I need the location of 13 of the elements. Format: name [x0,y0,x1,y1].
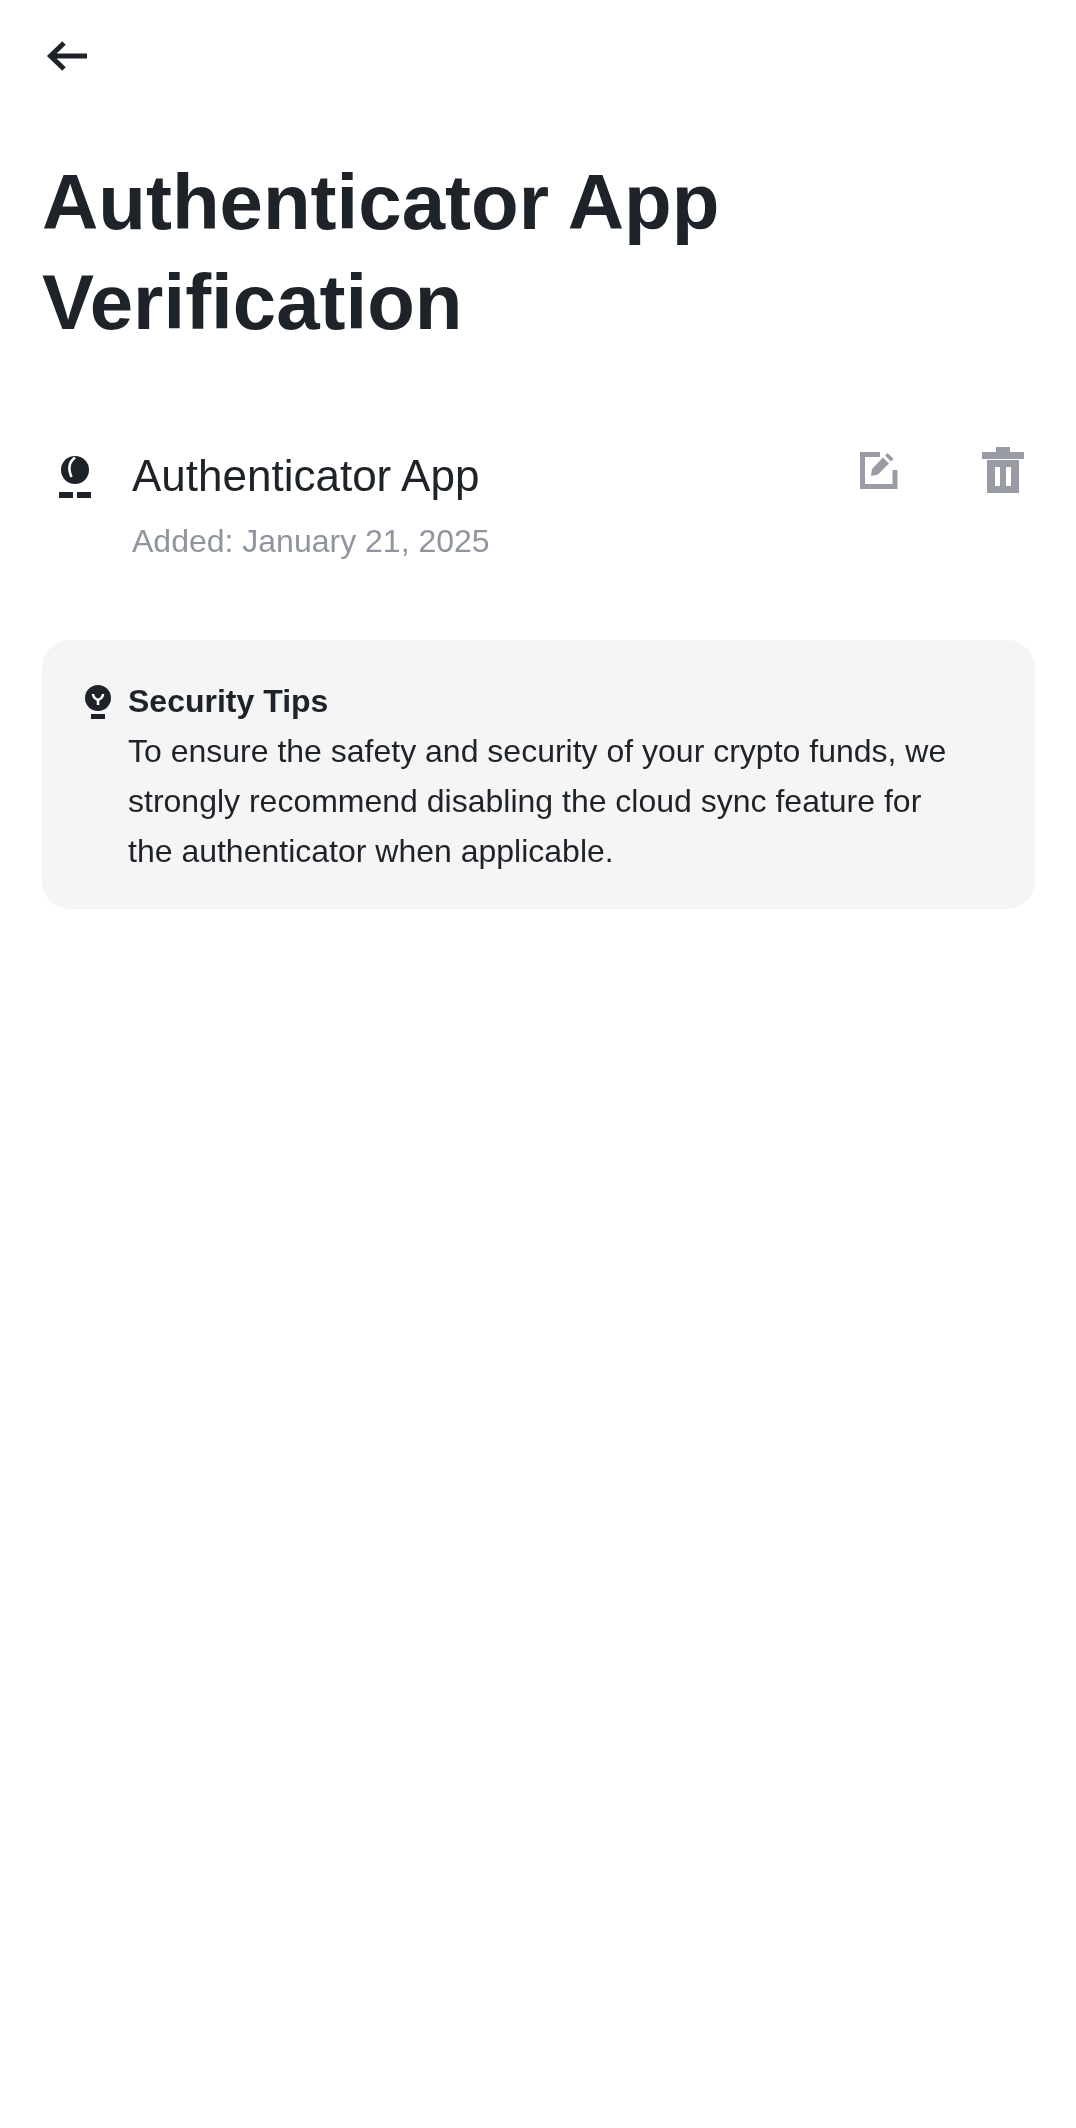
authenticator-name: Authenticator App [132,450,481,502]
tips-text: To ensure the safety and security of your crypto funds, we strongly recommend disabling the cloud sync feature for the authenticator when applicable. [128,732,948,871]
back-button[interactable] [45,40,89,72]
tips-title: Security Tips [128,682,330,721]
arrow-left-icon [45,40,89,72]
edit-button[interactable] [859,451,899,489]
dial-icon [59,456,91,498]
page-title: Authenticator App Verification [42,157,721,348]
lightbulb-icon [84,685,112,719]
edit-icon [859,451,899,489]
trash-icon [982,447,1024,493]
delete-button[interactable] [982,447,1024,493]
added-date: Added: January 21, 2025 [132,522,491,561]
